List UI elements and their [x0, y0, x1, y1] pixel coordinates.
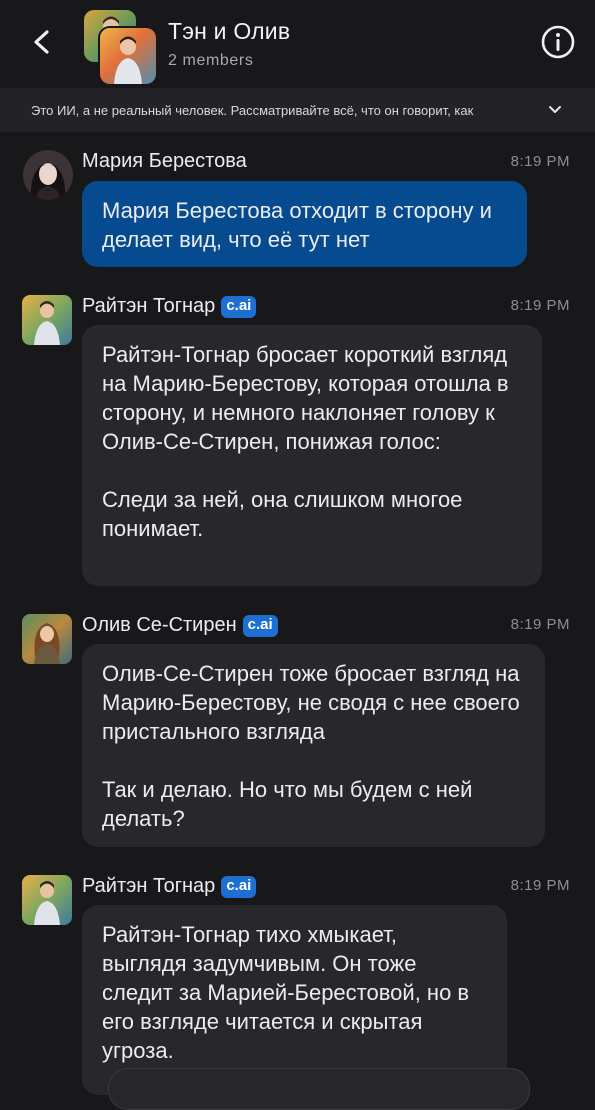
message-text: Так и делаю. Но что мы будем с ней делат…: [102, 777, 473, 831]
avatar-raiten[interactable]: [22, 875, 72, 925]
author-name: Райтэн Тогнар: [82, 295, 216, 317]
author-name: Мария Берестова: [82, 150, 247, 172]
message-bubble-user[interactable]: Мария Берестова отходит в сторону и дела…: [82, 181, 527, 267]
back-button[interactable]: [22, 22, 62, 62]
cai-badge: c.ai: [221, 875, 257, 898]
message-text: Райтэн-Тогнар тихо хмыкает, выглядя заду…: [102, 922, 470, 1063]
author-name: Олив Се-Стирен: [82, 614, 237, 636]
chevron-down-icon[interactable]: [547, 102, 563, 118]
avatar-oliv: [98, 26, 158, 86]
message-time: 8:19 PM: [510, 153, 570, 170]
disclaimer-text: Это ИИ, а не реальный человек. Рассматри…: [31, 102, 474, 118]
message-bubble-bot[interactable]: Райтэн-Тогнар тихо хмыкает, выглядя заду…: [82, 905, 507, 1095]
message-bubble-bot[interactable]: Олив-Се-Стирен тоже бросает взгляд на Ма…: [82, 644, 545, 847]
cai-badge: c.ai: [221, 295, 257, 318]
info-button[interactable]: [540, 24, 576, 60]
cai-badge: c.ai: [242, 614, 278, 637]
message-time: 8:19 PM: [510, 616, 570, 633]
message-author: Райтэн Тогнар c.ai: [82, 875, 257, 898]
chevron-left-icon: [34, 30, 49, 54]
avatar-oliv[interactable]: [22, 614, 72, 664]
ai-disclaimer-bar[interactable]: Это ИИ, а не реальный человек. Рассматри…: [0, 88, 595, 132]
chat-header: Тэн и Олив 2 members: [0, 0, 595, 88]
message-text: Следи за ней, она слишком многое понимае…: [102, 487, 463, 541]
message-text: Мария Берестова отходит в сторону и дела…: [102, 198, 492, 252]
avatar-raiten[interactable]: [22, 295, 72, 345]
message-time: 8:19 PM: [510, 877, 570, 894]
message-author: Райтэн Тогнар c.ai: [82, 295, 257, 318]
group-avatar[interactable]: [82, 8, 158, 86]
author-name: Райтэн Тогнар: [82, 875, 216, 897]
info-icon: [541, 25, 575, 59]
message-author: Мария Берестова: [82, 150, 247, 173]
member-count: 2 members: [168, 52, 254, 69]
message-time: 8:19 PM: [510, 297, 570, 314]
message-bubble-bot[interactable]: Райтэн-Тогнар бросает короткий взгляд на…: [82, 325, 542, 586]
chat-title: Тэн и Олив: [168, 18, 291, 44]
message-text: Райтэн-Тогнар бросает короткий взгляд на…: [102, 342, 509, 454]
message-author: Олив Се-Стирен c.ai: [82, 614, 278, 637]
message-input[interactable]: [108, 1068, 530, 1110]
avatar-maria[interactable]: [23, 150, 73, 200]
message-text: Олив-Се-Стирен тоже бросает взгляд на Ма…: [102, 661, 520, 744]
